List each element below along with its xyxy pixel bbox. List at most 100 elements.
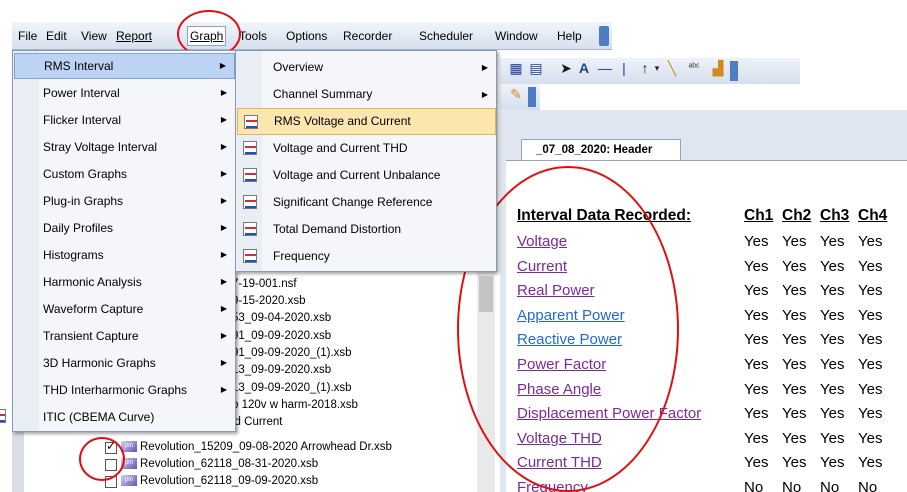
- channel-value: Yes: [782, 257, 807, 275]
- file-name: Revolution_62118_08-31-2020.xsb: [140, 458, 319, 470]
- menu-item-power-interval[interactable]: Power Interval ▶: [14, 80, 235, 106]
- submenu-item-overview[interactable]: Overview ▶: [237, 54, 496, 81]
- channel-value: Yes: [782, 331, 807, 349]
- menu-item-flicker-interval[interactable]: Flicker Interval ▶: [14, 107, 235, 133]
- menu-item-label: Power Interval: [43, 86, 120, 100]
- file-row[interactable]: 53_09-04-2020.xsb: [232, 310, 331, 327]
- chevron-down-icon[interactable]: ▾: [652, 58, 662, 78]
- channel-value: Yes: [782, 356, 807, 373]
- channel-value: Yes: [782, 454, 807, 472]
- channel-value: Yes: [858, 356, 883, 373]
- channel-value: Yes: [744, 233, 769, 250]
- menu-recorder[interactable]: Recorder: [341, 26, 394, 46]
- graph-icon: [243, 249, 257, 263]
- channel-value: Yes: [820, 405, 845, 423]
- submenu-arrow-icon: ▶: [219, 61, 226, 70]
- submenu-item-channel-summary[interactable]: Channel Summary ▶: [237, 81, 496, 108]
- file-row[interactable]: pm Revolution_62118_08-31-2020.xsb: [121, 456, 318, 473]
- file-name: Revolution_15209_09-08-2020 Arrowhead Dr…: [140, 441, 392, 453]
- file-row[interactable]: 91_09-09-2020_(1).xsb: [232, 345, 352, 362]
- rms-interval-submenu: Overview ▶ Channel Summary ▶ RMS Voltage and…: [235, 50, 497, 272]
- pointer-icon[interactable]: ➤: [558, 58, 574, 78]
- file-row[interactable]: 91_09-09-2020.xsb: [232, 328, 331, 345]
- submenu-item-label: Total Demand Distortion: [273, 222, 402, 236]
- file-row[interactable]: 7-19-001.nsf: [232, 276, 297, 293]
- menu-file[interactable]: File: [16, 26, 39, 46]
- channel-value: Yes: [820, 331, 845, 349]
- file-row[interactable]: 13_09-09-2020.xsb: [232, 362, 331, 379]
- menu-options[interactable]: Options: [284, 26, 329, 46]
- properties-icon[interactable]: ✎: [508, 84, 524, 104]
- arrow-up-icon[interactable]: ↑: [638, 58, 652, 78]
- vertical-line-icon[interactable]: |: [618, 58, 630, 78]
- channel-header: Ch3: [820, 207, 850, 224]
- menu-view[interactable]: View: [79, 26, 109, 46]
- submenu-item-voltage-and-current-thd[interactable]: Voltage and Current THD: [237, 135, 496, 162]
- label-tool-icon[interactable]: ᵃᵇᶜ: [684, 58, 704, 78]
- menu-item-daily-profiles[interactable]: Daily Profiles ▶: [14, 215, 235, 241]
- menu-item-label: Flicker Interval: [43, 113, 122, 127]
- save-chart-icon[interactable]: ▦: [508, 58, 524, 78]
- menu-edit[interactable]: Edit: [44, 26, 69, 46]
- menu-item-stray-voltage-interval[interactable]: Stray Voltage Interval ▶: [14, 134, 235, 160]
- graph-icon: [243, 222, 257, 236]
- channel-value: Yes: [744, 356, 769, 373]
- menu-item-custom-graphs[interactable]: Custom Graphs ▶: [14, 161, 235, 187]
- file-row[interactable]: pm Revolution_62118_09-09-2020.xsb: [121, 473, 318, 490]
- channel-value: Yes: [782, 380, 807, 398]
- channel-value: Yes: [858, 257, 883, 275]
- file-row[interactable]: 9-15-2020.xsb: [232, 293, 306, 310]
- toolbar-grip-icon[interactable]: [730, 61, 738, 81]
- file-row[interactable]: b 120v w harm-2018.xsb: [232, 397, 358, 414]
- text-tool-icon[interactable]: A: [576, 58, 592, 78]
- menu-item-rms-interval[interactable]: RMS Interval ▶: [14, 53, 235, 79]
- channel-value: Yes: [858, 380, 883, 398]
- menu-item-plug-in-graphs[interactable]: Plug-in Graphs ▶: [14, 188, 235, 214]
- channel-value: Yes: [858, 282, 883, 300]
- menu-item-thd-interharmonic-graphs[interactable]: THD Interharmonic Graphs ▶: [14, 377, 235, 403]
- submenu-item-voltage-and-current-unbalance[interactable]: Voltage and Current Unbalance: [237, 162, 496, 189]
- menu-item-label: ITIC (CBEMA Curve): [43, 410, 155, 424]
- menu-help[interactable]: Help: [555, 26, 584, 46]
- menu-item-harmonic-analysis[interactable]: Harmonic Analysis ▶: [14, 269, 235, 295]
- toolbar-grip-icon[interactable]: [528, 87, 536, 107]
- menu-item-transient-capture[interactable]: Transient Capture ▶: [14, 323, 235, 349]
- submenu-arrow-icon: ▶: [220, 250, 227, 259]
- diagonal-line-icon[interactable]: ╲: [664, 58, 680, 78]
- channel-value: Yes: [782, 405, 807, 423]
- channel-value: Yes: [744, 331, 769, 349]
- submenu-item-significant-change-reference[interactable]: Significant Change Reference: [237, 189, 496, 216]
- recording-file-icon: pm: [121, 475, 137, 487]
- chart-style-icon[interactable]: ▟: [710, 58, 726, 78]
- tab-header[interactable]: _07_08_2020: Header: [521, 139, 681, 161]
- drawing-toolbar: ▦ ▤ ➤ A — | ↑ ▾ ╲ ᵃᵇᶜ ▟: [500, 58, 800, 84]
- menu-item-itic-cbema-curve[interactable]: ITIC (CBEMA Curve): [0, 404, 235, 430]
- submenu-arrow-icon: ▶: [220, 142, 227, 151]
- submenu-arrow-icon: ▶: [220, 88, 227, 97]
- menu-scheduler[interactable]: Scheduler: [417, 26, 475, 46]
- menu-tools[interactable]: Tools: [237, 26, 269, 46]
- channel-value: Yes: [820, 282, 845, 300]
- channel-value: Yes: [782, 306, 807, 324]
- menu-report[interactable]: Report: [114, 26, 154, 46]
- file-row[interactable]: id Current: [232, 414, 283, 431]
- menu-item-histograms[interactable]: Histograms ▶: [14, 242, 235, 268]
- menu-item-waveform-capture[interactable]: Waveform Capture ▶: [14, 296, 235, 322]
- table-icon[interactable]: ▤: [528, 58, 544, 78]
- file-row[interactable]: pm Revolution_15209_09-08-2020 Arrowhead …: [121, 439, 392, 456]
- menu-item-3d-harmonic-graphs[interactable]: 3D Harmonic Graphs ▶: [14, 350, 235, 376]
- horizontal-line-icon[interactable]: —: [596, 58, 614, 78]
- menu-window[interactable]: Window: [493, 26, 540, 46]
- menu-item-label: Transient Capture: [43, 329, 139, 343]
- submenu-item-frequency[interactable]: Frequency: [237, 243, 496, 270]
- file-row[interactable]: 13_09-09-2020_(1).xsb: [232, 380, 352, 397]
- graph-menu: RMS Interval ▶ Power Interval ▶ Flicker Inte…: [0, 50, 236, 432]
- submenu-item-rms-voltage-and-current[interactable]: RMS Voltage and Current: [237, 108, 496, 135]
- channel-value: Yes: [744, 257, 769, 275]
- menu-item-label: THD Interharmonic Graphs: [43, 383, 188, 397]
- channel-value: Yes: [858, 306, 883, 324]
- channel-value: Yes: [820, 454, 845, 472]
- channel-header: Ch4: [858, 207, 888, 224]
- toolbar-grip-icon[interactable]: [599, 26, 609, 46]
- submenu-item-total-demand-distortion[interactable]: Total Demand Distortion: [237, 216, 496, 243]
